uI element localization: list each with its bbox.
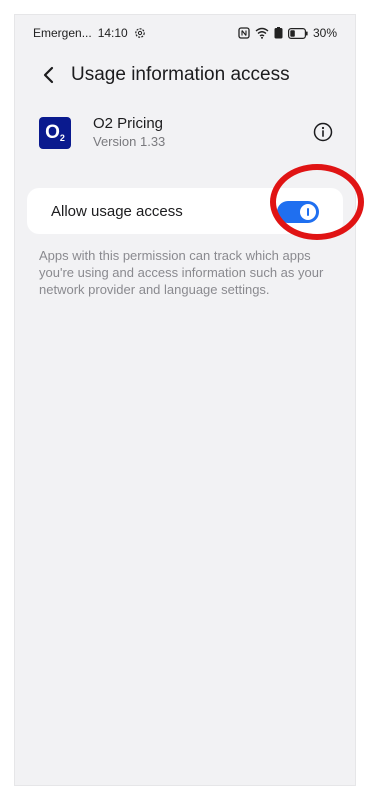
battery-percent: 30% [312, 26, 337, 40]
allow-usage-access-toggle[interactable] [277, 201, 319, 223]
allow-usage-access-label: Allow usage access [51, 202, 183, 220]
carrier-text: Emergen... [33, 26, 92, 40]
header: Usage information access [37, 63, 290, 87]
allow-usage-access-row[interactable]: Allow usage access [27, 188, 343, 234]
app-name: O2 Pricing [93, 115, 164, 132]
phone-screen: Emergen... 14:10 30% Usage information a… [14, 14, 356, 786]
wifi-icon [255, 27, 269, 39]
app-icon-letter: O [45, 122, 60, 143]
clock: 14:10 [97, 26, 128, 40]
permission-description: Apps with this permission can track whic… [39, 248, 324, 297]
info-icon [313, 122, 333, 142]
page-title: Usage information access [71, 64, 290, 85]
chevron-left-icon [43, 66, 54, 84]
battery-saver-icon [274, 27, 283, 39]
app-version: Version 1.33 [93, 134, 166, 149]
back-button[interactable] [37, 63, 61, 87]
app-icon-subscript: 2 [59, 133, 65, 143]
nfc-icon [238, 27, 250, 39]
app-info-button[interactable] [311, 120, 335, 144]
app-icon: O2 [39, 117, 71, 149]
toggle-knob [300, 204, 316, 220]
status-right: 30% [238, 26, 337, 40]
settings-icon [134, 27, 146, 39]
battery-icon [287, 27, 308, 39]
app-info-row: O2 O2 Pricing Version 1.33 [37, 113, 333, 153]
status-left: Emergen... 14:10 [33, 26, 146, 40]
status-bar: Emergen... 14:10 30% [33, 23, 337, 43]
